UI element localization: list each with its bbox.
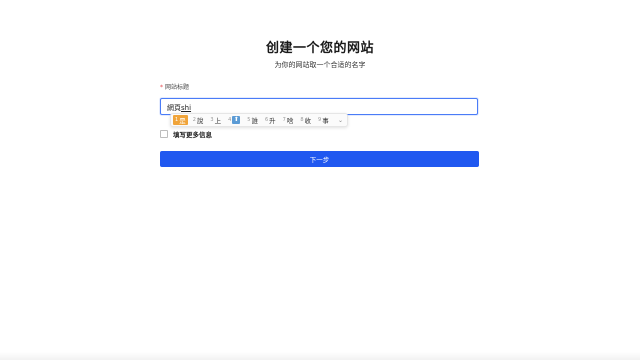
next-button[interactable]: 下一步 [160,151,479,167]
ime-candidate-4[interactable]: 4 ⬆ [226,115,242,125]
chevron-down-icon[interactable]: ⌄ [338,117,345,124]
ime-candidate-bar: 1是 2說 3上 4 ⬆ 5誰 6升 7啥 8收 9事 ⌄ [170,113,348,127]
ime-candidate-8[interactable]: 8收 [298,115,313,125]
site-title-label-text: 网站标题 [165,84,190,91]
ime-candidate-3[interactable]: 3上 [208,115,223,125]
bottom-edge [0,352,640,360]
ime-candidate-2[interactable]: 2說 [191,115,206,125]
ime-candidate-9[interactable]: 9事 [316,115,331,125]
ime-candidate-6[interactable]: 6升 [263,115,278,125]
more-info-checkbox[interactable] [160,130,168,138]
page-subtitle: 为你的网站取一个合适的名字 [274,61,366,69]
more-info-option[interactable]: 填写更多信息 [160,129,212,139]
required-mark: * [160,84,163,91]
page-title: 创建一个您的网站 [265,41,374,56]
input-composing-text: shi [181,104,192,112]
site-title-label: * 网站标题 [160,82,189,91]
ime-candidate-1[interactable]: 1是 [173,115,188,125]
site-title-input-value: 網頁shi [167,103,191,113]
input-committed-text: 網頁 [167,104,181,112]
page: 创建一个您的网站 为你的网站取一个合适的名字 * 网站标题 網頁shi 1是 2說… [0,0,640,360]
ime-candidate-7[interactable]: 7啥 [281,115,296,125]
more-info-label: 填写更多信息 [173,131,212,139]
ime-candidate-5[interactable]: 5誰 [245,115,260,125]
arrow-up-emoji-icon: ⬆ [232,116,241,124]
